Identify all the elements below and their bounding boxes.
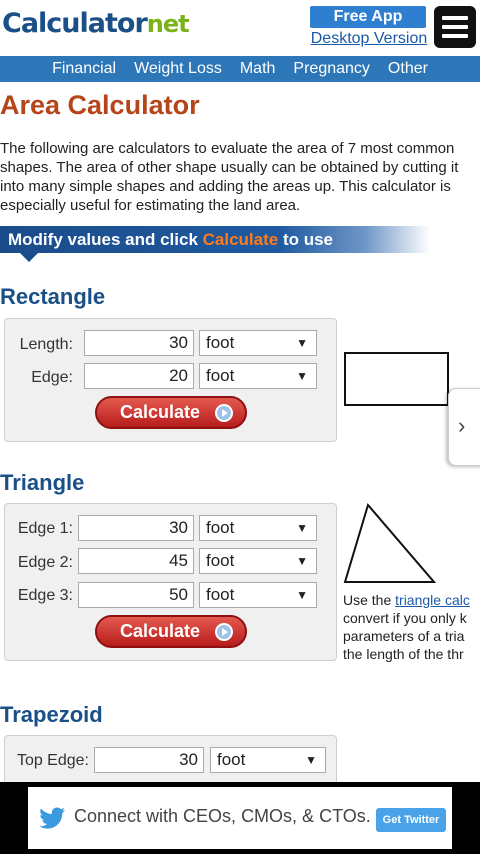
- note-line-2: convert if you only k: [343, 610, 467, 626]
- logo-net-text: net: [146, 10, 190, 38]
- trapezoid-title: Trapezoid: [0, 702, 103, 727]
- calculate-label: Calculate: [119, 621, 201, 641]
- page-title: Area Calculator: [0, 90, 200, 120]
- dropdown-arrow-icon: ▼: [296, 336, 308, 350]
- top-edge-label: Top Edge:: [16, 752, 89, 769]
- next-panel-tab[interactable]: ›: [448, 388, 480, 466]
- triangle-note: Use the triangle calc convert if you onl…: [343, 591, 480, 663]
- note-line-1: Use the triangle calc: [343, 591, 480, 609]
- triangle-calculator: Edge 1: 30 foot ▼ Edge 2: 45 foot ▼ Edge 3…: [4, 503, 337, 661]
- top-edge-unit-select[interactable]: foot ▼: [210, 747, 326, 773]
- hamburger-icon[interactable]: [434, 6, 476, 48]
- chevron-right-icon: ›: [458, 413, 466, 438]
- note-line-3: parameters of a tria: [343, 628, 465, 644]
- twitter-bird-icon: [40, 807, 65, 829]
- note-prefix: Use the: [343, 592, 396, 608]
- dropdown-arrow-icon: ▼: [296, 588, 308, 602]
- get-twitter-button[interactable]: Get Twitter: [376, 808, 446, 832]
- dropdown-arrow-icon: ▼: [296, 369, 308, 383]
- nav-item-pregnancy[interactable]: Pregnancy: [284, 56, 379, 82]
- edge-input[interactable]: 20: [84, 363, 194, 389]
- nav-item-weight-loss[interactable]: Weight Loss: [125, 56, 231, 82]
- edge3-unit-select[interactable]: foot ▼: [199, 582, 317, 608]
- edge3-input[interactable]: 50: [78, 582, 194, 608]
- triangle-calculator-link[interactable]: triangle calc: [395, 592, 470, 608]
- edge2-unit-select[interactable]: foot ▼: [199, 548, 317, 574]
- main-nav: Financial Weight Loss Math Pregnancy Oth…: [0, 56, 480, 82]
- arrow-circle-icon: [215, 623, 233, 641]
- note-line-4: the length of the thr: [343, 646, 464, 662]
- top-edge-unit-value: foot: [217, 750, 246, 769]
- edge1-input[interactable]: 30: [78, 515, 194, 541]
- edge-unit-select[interactable]: foot ▼: [199, 363, 317, 389]
- edge-unit-value: foot: [206, 366, 235, 385]
- calculate-label: Calculate: [119, 402, 201, 422]
- banner-prefix: Modify values and click: [8, 230, 203, 249]
- banner-suffix: to use: [278, 230, 334, 249]
- triangle-shape-diagram: [343, 502, 437, 583]
- length-unit-value: foot: [206, 333, 235, 352]
- intro-text: The following are calculators to evaluat…: [0, 140, 459, 214]
- desktop-version-link[interactable]: Desktop Version: [310, 30, 428, 48]
- edge-label: Edge:: [31, 369, 73, 386]
- banner-highlight: Calculate: [202, 230, 279, 249]
- nav-item-other[interactable]: Other: [379, 56, 437, 82]
- rectangle-shape-diagram: [344, 352, 449, 406]
- rectangle-calculate-button[interactable]: Calculate: [95, 396, 247, 429]
- site-logo[interactable]: Calculatornet: [2, 8, 190, 39]
- triangle-title: Triangle: [0, 470, 85, 495]
- triangle-calculate-button[interactable]: Calculate: [95, 615, 247, 648]
- length-label: Length:: [19, 336, 73, 353]
- ad-content[interactable]: Connect with CEOs, CMOs, & CTOs. Get Twi…: [28, 787, 452, 849]
- instruction-banner: Modify values and click Calculate to use: [0, 226, 430, 253]
- edge2-label: Edge 2:: [17, 554, 73, 571]
- edge3-unit-value: foot: [206, 585, 235, 604]
- edge1-unit-select[interactable]: foot ▼: [199, 515, 317, 541]
- dropdown-arrow-icon: ▼: [296, 554, 308, 568]
- banner-pointer: [20, 253, 38, 262]
- edge2-input[interactable]: 45: [78, 548, 194, 574]
- free-app-button[interactable]: Free App: [310, 6, 426, 28]
- length-unit-select[interactable]: foot ▼: [199, 330, 317, 356]
- edge3-label: Edge 3:: [17, 587, 73, 604]
- top-edge-input[interactable]: 30: [94, 747, 204, 773]
- arrow-circle-icon: [215, 404, 233, 422]
- site-header: Calculatornet Free App Desktop Version: [0, 0, 480, 56]
- rectangle-title: Rectangle: [0, 284, 106, 309]
- edge2-unit-value: foot: [206, 551, 235, 570]
- logo-main-text: Calculator: [2, 8, 148, 39]
- rectangle-calculator: Length: 30 foot ▼ Edge: 20 foot ▼ Calculat…: [4, 318, 337, 442]
- edge1-label: Edge 1:: [17, 520, 73, 537]
- dropdown-arrow-icon: ▼: [305, 753, 317, 767]
- ad-text: Connect with CEOs, CMOs, & CTOs.: [74, 806, 371, 826]
- ad-banner: Connect with CEOs, CMOs, & CTOs. Get Twi…: [0, 782, 480, 854]
- edge1-unit-value: foot: [206, 518, 235, 537]
- nav-item-math[interactable]: Math: [231, 56, 285, 82]
- nav-item-financial[interactable]: Financial: [43, 56, 125, 82]
- dropdown-arrow-icon: ▼: [296, 521, 308, 535]
- length-input[interactable]: 30: [84, 330, 194, 356]
